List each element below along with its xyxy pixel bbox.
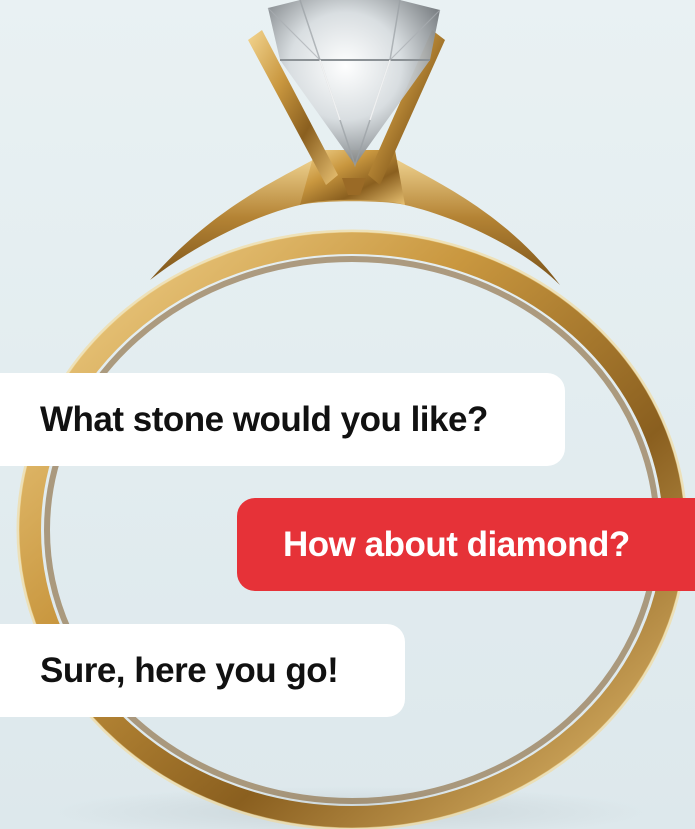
incoming-message-bubble: Sure, here you go!	[0, 624, 405, 717]
incoming-message-bubble: What stone would you like?	[0, 373, 565, 466]
message-text: What stone would you like?	[40, 399, 488, 439]
message-text: Sure, here you go!	[40, 650, 339, 690]
chat-scene: What stone would you like? How about dia…	[0, 0, 695, 829]
outgoing-message-bubble: How about diamond?	[237, 498, 695, 591]
message-text: How about diamond?	[283, 524, 630, 564]
